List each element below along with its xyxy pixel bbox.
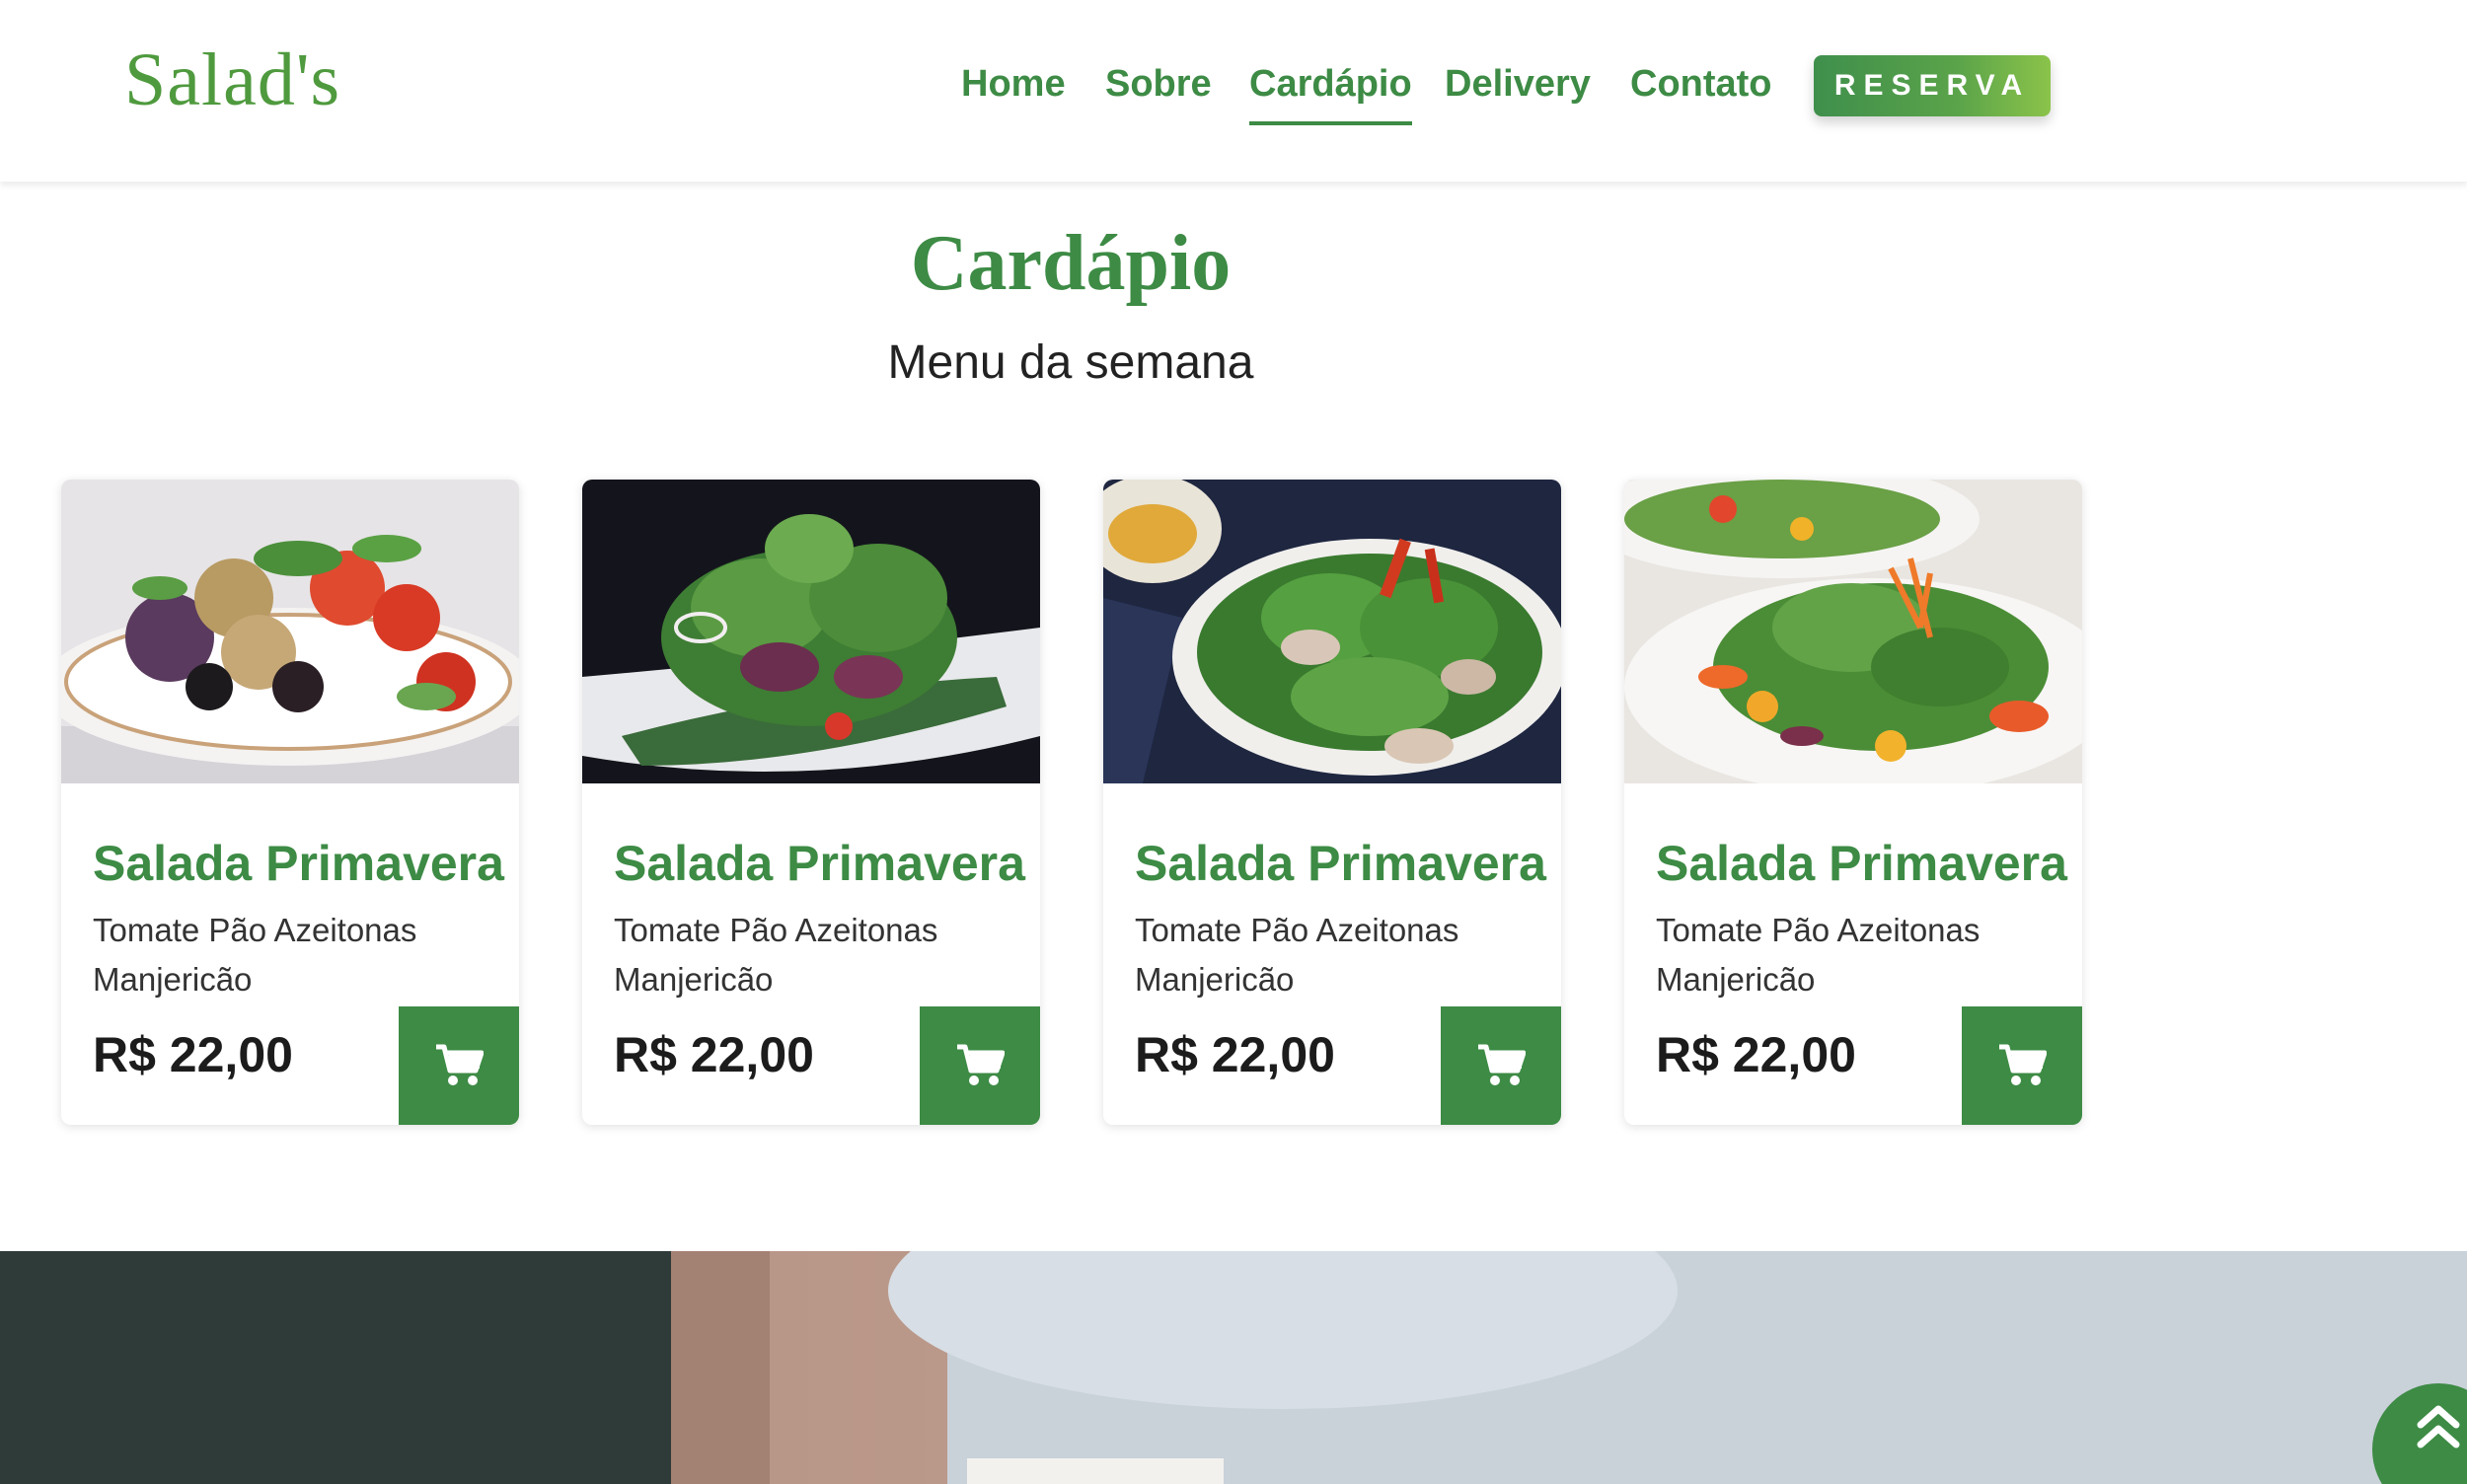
reserve-button[interactable]: RESERVA <box>1814 55 2051 116</box>
menu-card: Salada Primavera Tomate Pão Azeitonas Ma… <box>1103 480 1561 1125</box>
add-to-cart-button[interactable] <box>920 1006 1040 1125</box>
card-price: R$ 22,00 <box>1656 1027 1856 1082</box>
card-price: R$ 22,00 <box>614 1027 814 1082</box>
add-to-cart-button[interactable] <box>1962 1006 2082 1125</box>
section-subtitle: Menu da semana <box>887 336 1254 389</box>
card-title: Salada Primavera <box>1135 836 1546 891</box>
card-price: R$ 22,00 <box>1135 1027 1335 1082</box>
menu-card: Salada Primavera Tomate Pão Azeitonas Ma… <box>1624 480 2082 1125</box>
scroll-top <box>2372 1383 2467 1484</box>
site-header: Salad's Home Sobre Cardápio Delivery Con… <box>0 0 2467 182</box>
salad-photo <box>61 480 519 783</box>
card-description: Tomate Pão Azeitonas Manjericão <box>1656 912 1981 998</box>
nav-sobre[interactable]: Sobre <box>1105 63 1212 106</box>
next-section-banner <box>0 1251 2467 1484</box>
salad-photo <box>1103 480 1561 783</box>
add-to-cart-button[interactable] <box>1441 1006 1561 1125</box>
card-description: Tomate Pão Azeitonas Manjericão <box>1135 912 1459 998</box>
card-title: Salada Primavera <box>1656 836 2067 891</box>
cart-icon <box>957 1044 1005 1085</box>
card-title: Salada Primavera <box>93 836 504 891</box>
salad-photo <box>1624 480 2082 783</box>
nav-home[interactable]: Home <box>961 63 1066 106</box>
menu-card: Salada Primavera Tomate Pão Azeitonas Ma… <box>582 480 1040 1125</box>
add-to-cart-button[interactable] <box>399 1006 519 1125</box>
scroll-to-top-button[interactable] <box>2372 1383 2467 1484</box>
nav-delivery[interactable]: Delivery <box>1445 63 1591 106</box>
section-title: Cardápio <box>910 220 1232 307</box>
card-description: Tomate Pão Azeitonas Manjericão <box>614 912 938 998</box>
cart-icon <box>1999 1044 2047 1085</box>
double-chevron-up-icon <box>2417 1405 2460 1448</box>
salad-photo <box>582 480 1040 783</box>
nav-cardapio[interactable]: Cardápio <box>1249 63 1412 125</box>
card-description: Tomate Pão Azeitonas Manjericão <box>93 912 417 998</box>
card-price: R$ 22,00 <box>93 1027 293 1082</box>
cart-icon <box>436 1044 484 1085</box>
main-nav: Home Sobre Cardápio Delivery Contato <box>0 0 2467 182</box>
menu-card: Salada Primavera Tomate Pão Azeitonas Ma… <box>61 480 519 1125</box>
card-title: Salada Primavera <box>614 836 1025 891</box>
cart-icon <box>1478 1044 1526 1085</box>
nav-contato[interactable]: Contato <box>1630 63 1772 106</box>
